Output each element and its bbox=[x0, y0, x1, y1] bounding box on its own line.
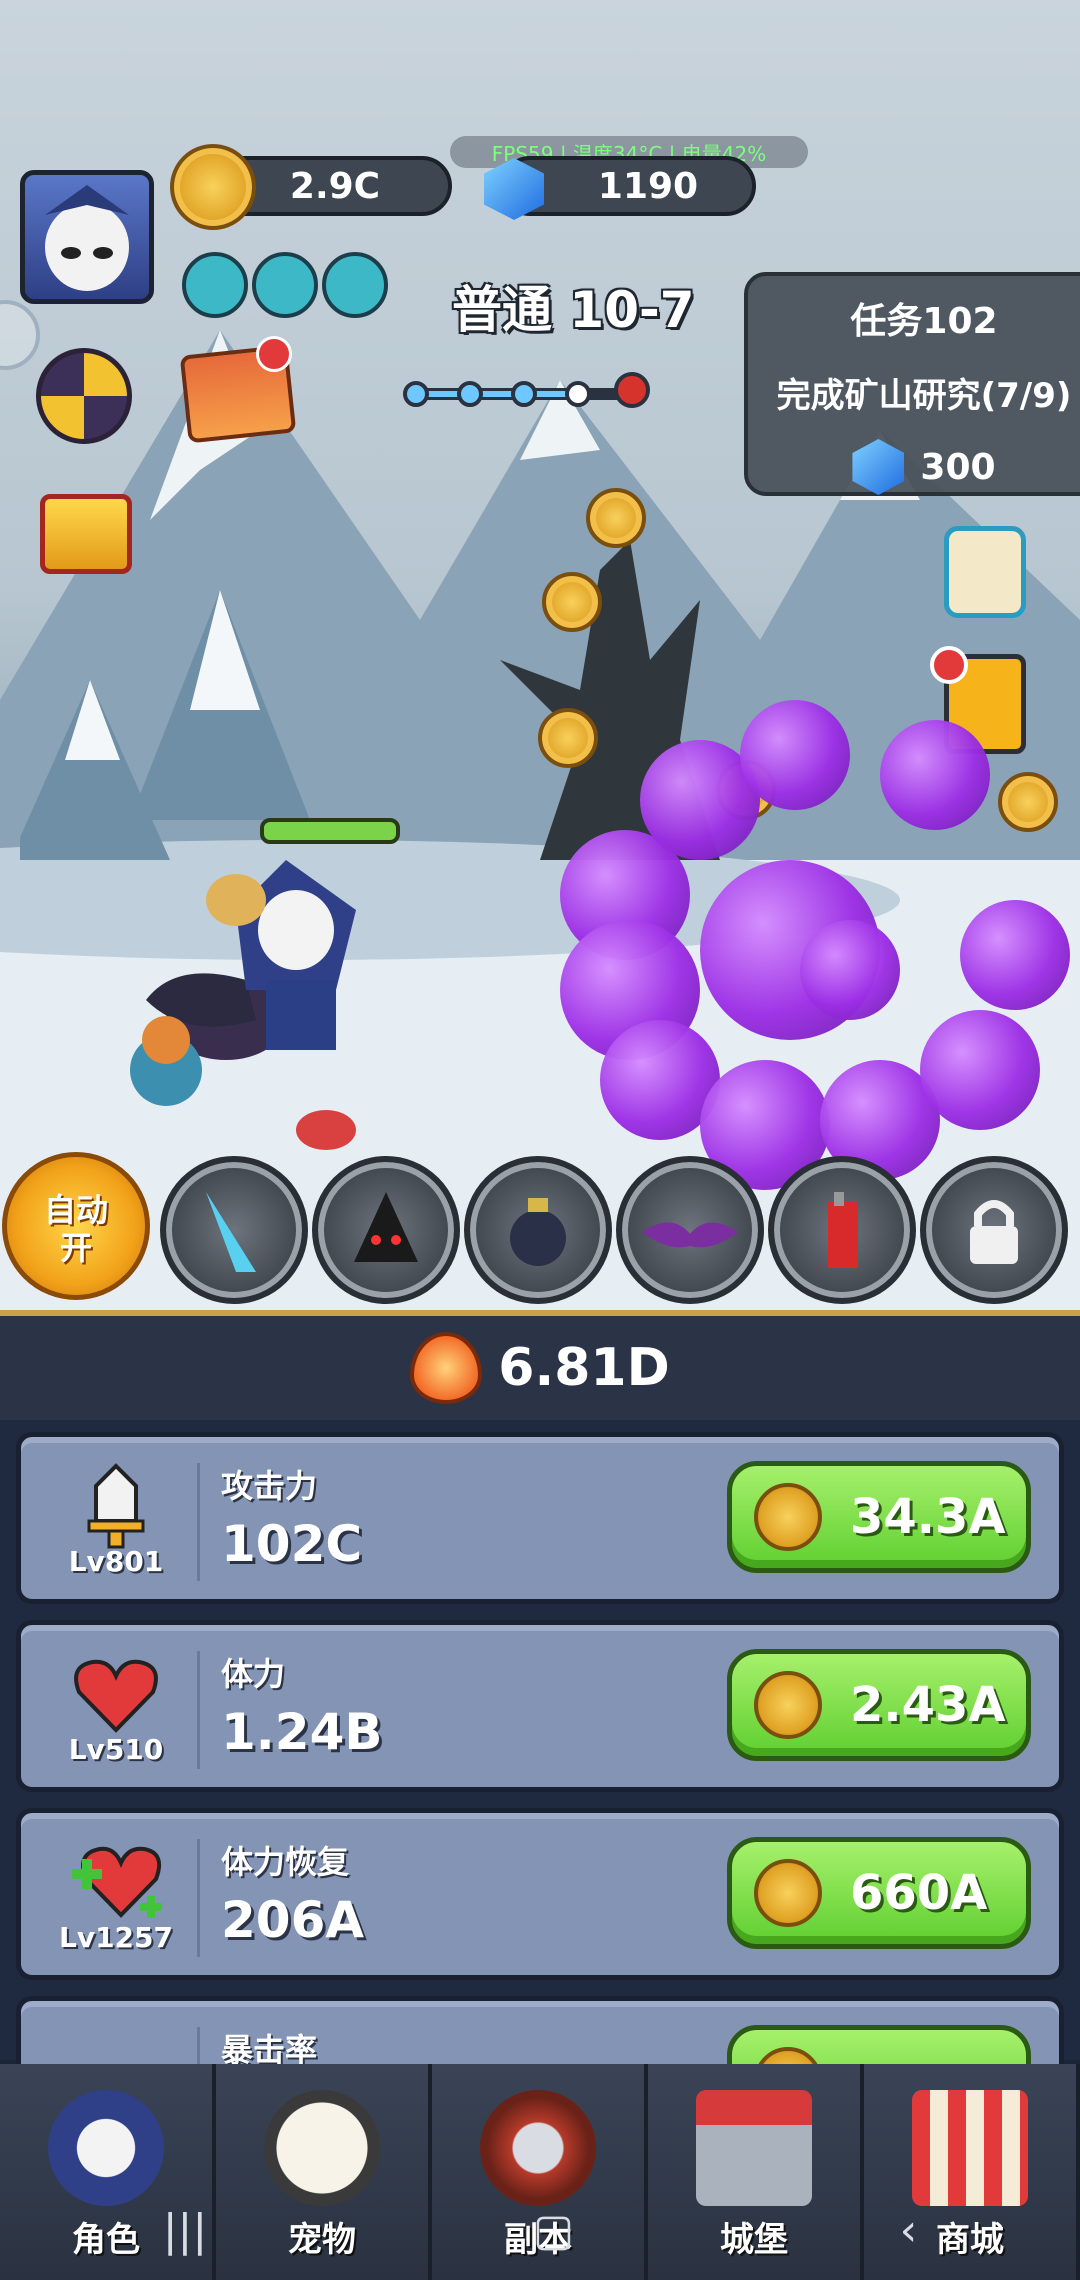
upgrade-name: 体力恢复 bbox=[221, 1843, 350, 1881]
treasure-chest-icon[interactable] bbox=[40, 494, 132, 574]
upgrade-row-hp: Lv510 体力 1.24B 2.43A bbox=[16, 1620, 1064, 1792]
auto-toggle-button[interactable]: 自动 开 bbox=[2, 1152, 150, 1300]
upgrade-hp-button[interactable]: 2.43A bbox=[727, 1649, 1031, 1761]
ice-shard-icon bbox=[206, 1192, 256, 1272]
sword-icon bbox=[61, 1461, 171, 1551]
notes-icon[interactable] bbox=[944, 526, 1026, 618]
crossed-swords-icon bbox=[480, 2090, 596, 2206]
shadow-hood-icon bbox=[354, 1192, 418, 1262]
hero-icon bbox=[48, 2090, 164, 2206]
heart-icon bbox=[61, 1649, 171, 1739]
buff-gold-icon[interactable] bbox=[182, 252, 248, 318]
nav-dungeon[interactable]: 副本 bbox=[432, 2064, 648, 2280]
quest-title: 任务102 bbox=[850, 301, 998, 342]
combat-power-bar: 6.81D bbox=[0, 1310, 1080, 1420]
nav-shop[interactable]: 商城 bbox=[864, 2064, 1080, 2280]
upgrade-panel: Lv801 攻击力 102C 34.3A Lv510 体力 1.24B 2.43… bbox=[0, 1420, 1080, 2168]
skill-dynamite-button[interactable] bbox=[768, 1156, 916, 1304]
quest-panel[interactable]: 任务102 完成矿山研究(7/9) 300 bbox=[744, 272, 1080, 496]
folder-notification-dot bbox=[930, 646, 968, 684]
upgrade-name: 攻击力 bbox=[221, 1467, 318, 1505]
upgrade-level: Lv801 bbox=[68, 1545, 164, 1578]
upgrade-value: 1.24B bbox=[221, 1703, 383, 1761]
dynamite-icon bbox=[828, 1192, 858, 1268]
divider bbox=[197, 1463, 200, 1581]
bat-icon bbox=[642, 1222, 738, 1248]
auto-label: 自动 bbox=[43, 1191, 108, 1229]
upgrade-value: 206A bbox=[221, 1891, 365, 1949]
floating-coin-icon[interactable] bbox=[542, 572, 602, 632]
upgrade-level: Lv1257 bbox=[58, 1921, 174, 1954]
nav-label: 宠物 bbox=[288, 2220, 356, 2260]
upgrade-row-attack: Lv801 攻击力 102C 34.3A bbox=[16, 1432, 1064, 1604]
nav-label: 角色 bbox=[72, 2220, 140, 2260]
shop-icon bbox=[912, 2090, 1028, 2206]
combat-power-icon bbox=[410, 1332, 483, 1404]
upgrade-level: Lv510 bbox=[68, 1733, 164, 1766]
gold-coin-icon bbox=[754, 1483, 822, 1551]
upgrade-value: 102C bbox=[221, 1515, 363, 1573]
gold-coin-icon bbox=[170, 144, 256, 230]
upgrade-hp-regen-button[interactable]: 660A bbox=[727, 1837, 1031, 1949]
hero-portrait-icon bbox=[45, 185, 129, 291]
upgrade-name: 体力 bbox=[221, 1655, 286, 1693]
nav-pet[interactable]: 宠物 bbox=[216, 2064, 432, 2280]
player-avatar[interactable] bbox=[20, 170, 154, 304]
quest-description: 完成矿山研究(7/9) bbox=[776, 376, 1072, 416]
nav-label: 商城 bbox=[936, 2220, 1004, 2260]
gold-coin-icon bbox=[754, 1859, 822, 1927]
buff-bar bbox=[182, 252, 388, 318]
auto-state-label: 开 bbox=[59, 1229, 92, 1267]
upgrade-row-hp-regen: Lv1257 体力恢复 206A 660A bbox=[16, 1808, 1064, 1980]
nav-label: 副本 bbox=[504, 2220, 572, 2260]
upgrade-attack-button[interactable]: 34.3A bbox=[727, 1461, 1031, 1573]
upgrade-cost: 34.3A bbox=[850, 1489, 1006, 1545]
nav-label: 城堡 bbox=[720, 2220, 788, 2260]
quest-reward: 300 bbox=[748, 439, 1080, 495]
gem-amount: 1190 bbox=[597, 165, 699, 207]
skill-bat-button[interactable] bbox=[616, 1156, 764, 1304]
gift-notification-dot bbox=[256, 336, 292, 372]
bottom-nav: 角色 宠物 副本 城堡 商城 bbox=[0, 2064, 1080, 2280]
gold-coin-icon bbox=[754, 1671, 822, 1739]
buff-speed-icon[interactable] bbox=[322, 252, 388, 318]
lock-icon bbox=[970, 1200, 1018, 1264]
combat-power-value: 6.81D bbox=[498, 1338, 670, 1398]
hero-party bbox=[130, 860, 356, 1150]
gold-amount: 2.9C bbox=[289, 165, 381, 207]
stage-label: 普通 10-7 bbox=[452, 281, 695, 339]
nav-castle[interactable]: 城堡 bbox=[648, 2064, 864, 2280]
skill-bomb-button[interactable] bbox=[464, 1156, 612, 1304]
gem-icon bbox=[852, 439, 905, 495]
upgrade-cost: 2.43A bbox=[850, 1677, 1006, 1733]
floating-coin-icon[interactable] bbox=[998, 772, 1058, 832]
skill-shadow-button[interactable] bbox=[312, 1156, 460, 1304]
buff-attack-icon[interactable] bbox=[252, 252, 318, 318]
stage-progress bbox=[403, 372, 650, 408]
skill-ice-shard-button[interactable] bbox=[160, 1156, 308, 1304]
floating-coin-icon[interactable] bbox=[538, 708, 598, 768]
quest-reward-amount: 300 bbox=[920, 446, 996, 488]
floating-coin-icon[interactable] bbox=[586, 488, 646, 548]
castle-icon bbox=[696, 2090, 812, 2206]
upgrade-cost: 660A bbox=[850, 1865, 988, 1921]
lucky-wheel-icon[interactable] bbox=[36, 348, 132, 444]
heart-plus-icon bbox=[61, 1837, 171, 1927]
panda-icon bbox=[264, 2090, 380, 2206]
divider bbox=[197, 1839, 200, 1957]
divider bbox=[197, 1651, 200, 1769]
bomb-icon bbox=[510, 1198, 566, 1266]
nav-hero[interactable]: 角色 bbox=[0, 2064, 216, 2280]
battle-scene: FPS59 | 温度34°C | 电量42% 2.9C 1190 普通 10-7 bbox=[0, 0, 1080, 1310]
skill-locked-slot[interactable] bbox=[920, 1156, 1068, 1304]
